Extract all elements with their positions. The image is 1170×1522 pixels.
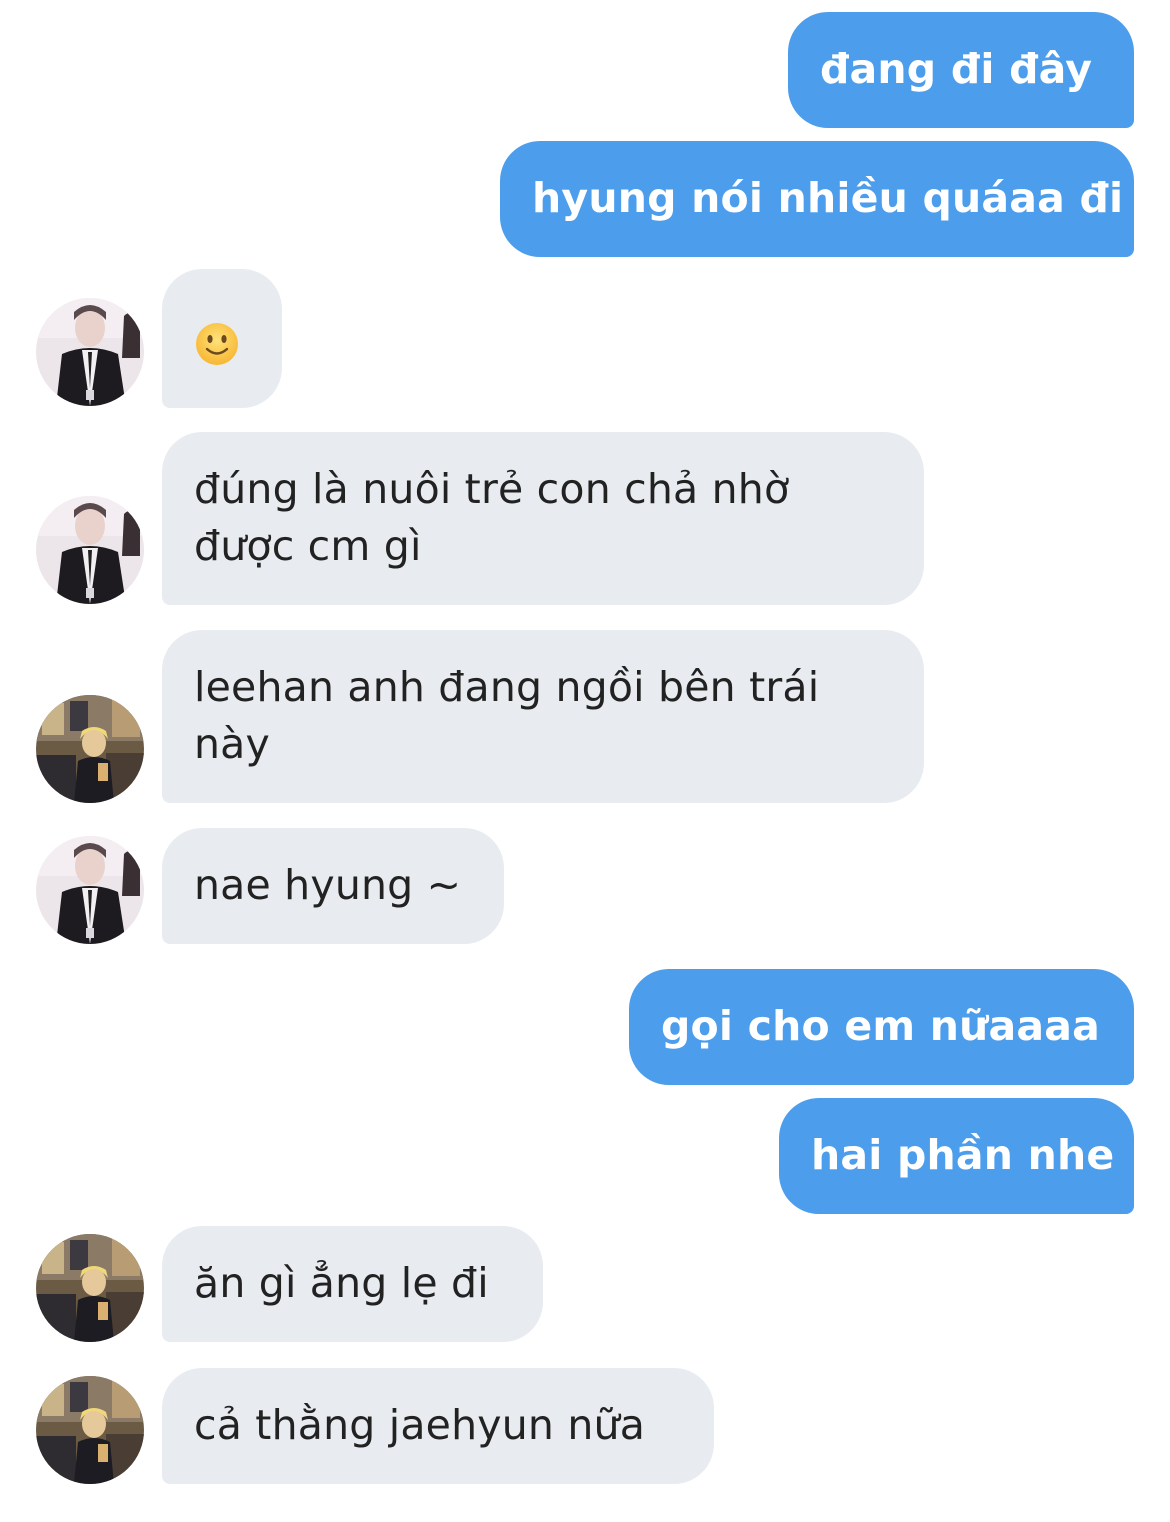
chat-thread: đang đi đây hyung nói nhiều quáaa đi đún…: [0, 0, 1170, 1522]
avatar-a[interactable]: [36, 496, 144, 604]
message-text: leehan anh đang ngồi bên trái này: [194, 663, 820, 768]
message-text: hai phần nhe: [811, 1131, 1115, 1179]
outgoing-message-bubble[interactable]: đang đi đây: [788, 12, 1134, 128]
outgoing-message-bubble[interactable]: hyung nói nhiều quáaa đi: [500, 141, 1134, 257]
outgoing-message-bubble[interactable]: hai phần nhe: [779, 1098, 1134, 1214]
avatar-a[interactable]: [36, 298, 144, 406]
message-text: đang đi đây: [820, 45, 1093, 93]
outgoing-message-bubble[interactable]: gọi cho em nữaaaa: [629, 969, 1134, 1085]
incoming-message-bubble[interactable]: đúng là nuôi trẻ con chả nhờ được cm gì: [162, 432, 924, 605]
message-text: cả thằng jaehyun nữa: [194, 1401, 646, 1449]
incoming-message-bubble[interactable]: ăn gì ẳng lẹ đi: [162, 1226, 543, 1342]
avatar-a[interactable]: [36, 836, 144, 944]
incoming-message-bubble[interactable]: cả thằng jaehyun nữa: [162, 1368, 714, 1484]
message-text: gọi cho em nữaaaa: [661, 1002, 1101, 1050]
message-text: đúng là nuôi trẻ con chả nhờ được cm gì: [194, 465, 790, 570]
slightly-smiling-face-icon: [194, 321, 282, 367]
incoming-message-bubble[interactable]: leehan anh đang ngồi bên trái này: [162, 630, 924, 803]
avatar-b[interactable]: [36, 695, 144, 803]
message-text: ăn gì ẳng lẹ đi: [194, 1259, 489, 1307]
incoming-message-bubble[interactable]: nae hyung ~: [162, 828, 504, 944]
message-text: nae hyung ~: [194, 861, 462, 909]
message-text: hyung nói nhiều quáaa đi: [532, 174, 1124, 222]
avatar-b[interactable]: [36, 1376, 144, 1484]
incoming-message-bubble[interactable]: [162, 269, 282, 408]
avatar-b[interactable]: [36, 1234, 144, 1342]
